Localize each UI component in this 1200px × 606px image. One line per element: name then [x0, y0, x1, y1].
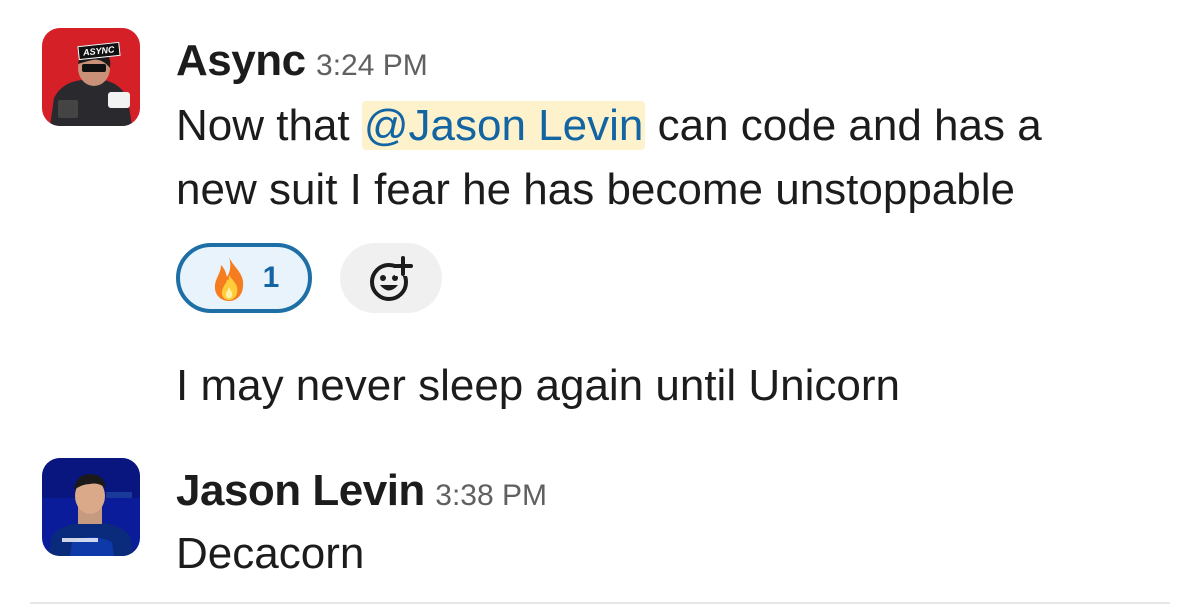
user-mention[interactable]: @Jason Levin: [361, 101, 646, 150]
divider: [30, 602, 1170, 604]
sender-line: Jason Levin 3:38 PM: [176, 466, 547, 516]
text-segment: Now that: [176, 101, 362, 150]
sender-name[interactable]: Jason Levin: [176, 466, 425, 515]
text-segment: can code and has a: [645, 101, 1042, 150]
timestamp[interactable]: 3:24 PM: [316, 49, 428, 82]
sender-name[interactable]: Async: [176, 36, 306, 85]
reaction-count: 1: [262, 261, 280, 294]
async-avatar[interactable]: ASYNC: [42, 28, 140, 126]
avatar-image: [42, 458, 140, 556]
reaction-fire[interactable]: 1: [176, 243, 312, 313]
avatar-image: [42, 28, 140, 126]
jason-levin-avatar[interactable]: [42, 458, 140, 556]
message-text: Decacorn: [176, 529, 365, 578]
message-text: Now that @Jason Levin can code and has a: [176, 94, 1042, 158]
fire-emoji-icon: [214, 257, 243, 301]
timestamp[interactable]: 3:38 PM: [435, 479, 547, 512]
message-text-line2: new suit I fear he has become unstoppabl…: [176, 165, 1015, 214]
add-reaction-icon: [370, 256, 413, 301]
add-reaction-button[interactable]: [340, 243, 442, 313]
sender-line: Async 3:24 PM: [176, 36, 428, 86]
followup-message-text: I may never sleep again until Unicorn: [176, 361, 900, 410]
